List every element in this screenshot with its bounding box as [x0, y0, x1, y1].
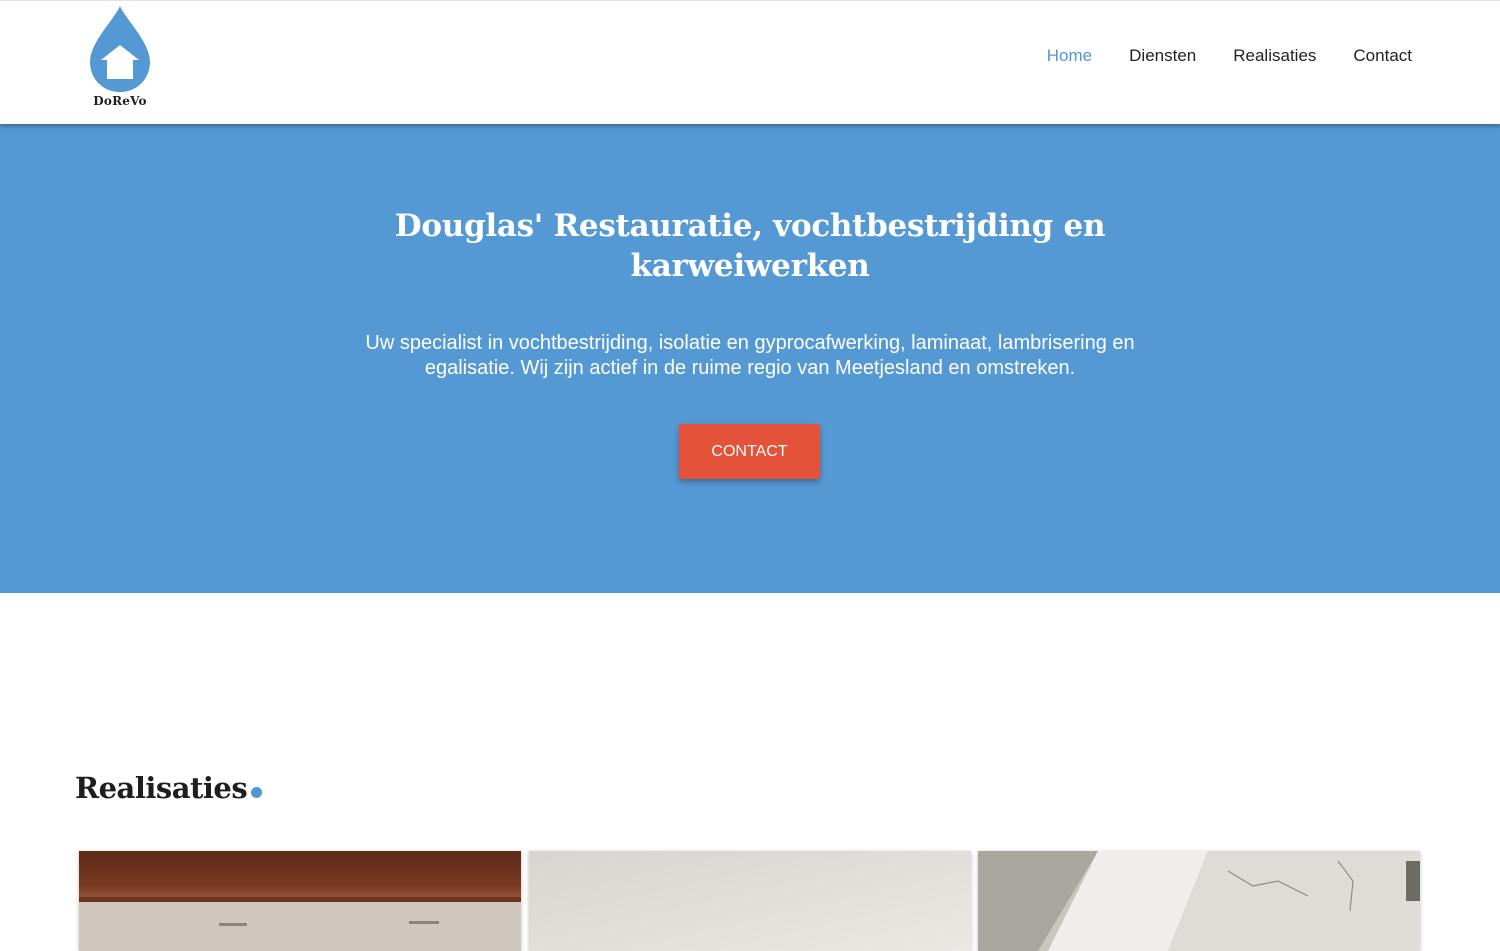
realisatie-image-2 [529, 851, 971, 951]
hero-title: Douglas' Restauratie, vochtbestrijding e… [394, 208, 1106, 284]
site-header: DoReVo Home Diensten Realisaties Contact [0, 0, 1500, 124]
realisatie-photo-2[interactable] [529, 851, 971, 951]
realisaties-heading: Realisaties [75, 768, 263, 808]
realisatie-photo-3[interactable] [978, 851, 1420, 951]
main-nav: Home Diensten Realisaties Contact [1047, 44, 1412, 68]
nav-item-home[interactable]: Home [1047, 44, 1092, 68]
header-top-border [0, 0, 1500, 1]
title-accent-dot [251, 787, 263, 798]
water-drop-house-icon [90, 6, 150, 92]
realisaties-title: Realisaties [75, 771, 248, 805]
hero-subtitle: Uw specialist in vochtbestrijding, isola… [365, 332, 1135, 379]
nav-item-contact[interactable]: Contact [1353, 44, 1412, 68]
contact-button[interactable]: CONTACT [679, 424, 820, 479]
logo-link[interactable]: DoReVo [84, 4, 156, 112]
realisatie-image-1 [79, 851, 521, 951]
nav-item-diensten[interactable]: Diensten [1129, 44, 1196, 68]
realisatie-image-3 [978, 851, 1420, 951]
logo-text: DoReVo [93, 94, 147, 108]
realisatie-photo-1[interactable] [79, 851, 521, 951]
hero-section: Douglas' Restauratie, vochtbestrijding e… [0, 124, 1500, 593]
nav-item-realisaties[interactable]: Realisaties [1233, 44, 1316, 68]
